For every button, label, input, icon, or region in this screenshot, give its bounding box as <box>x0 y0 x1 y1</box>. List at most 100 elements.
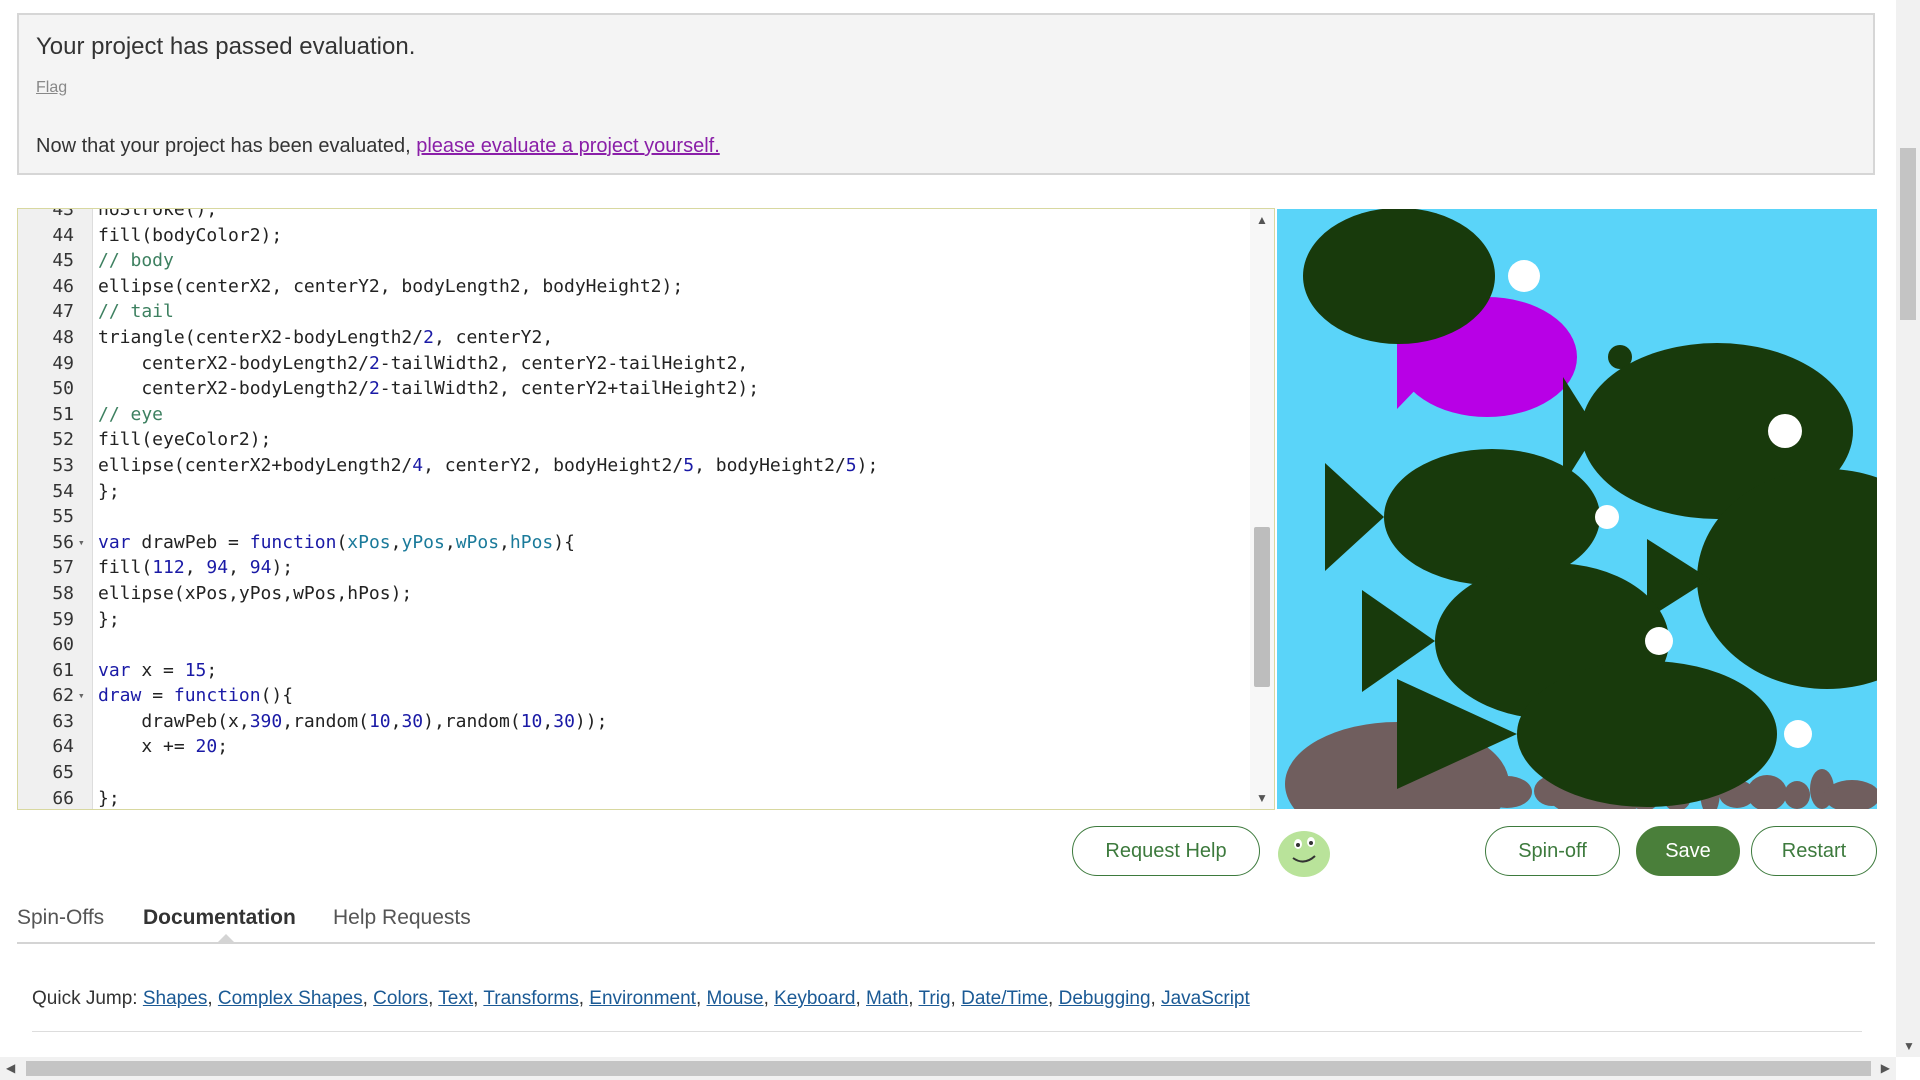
line-number: 60 <box>52 634 74 656</box>
editor-scroll-thumb[interactable] <box>1254 527 1270 687</box>
fold-toggle-icon[interactable]: ▾ <box>78 683 85 709</box>
code-line[interactable]: 44 fill(bodyColor2); <box>18 223 1248 249</box>
tab-help-requests[interactable]: Help Requests <box>333 906 471 930</box>
spin-off-button[interactable]: Spin-off <box>1485 826 1620 876</box>
code-text[interactable]: noStroke(); <box>98 209 217 223</box>
code-text[interactable]: drawPeb(x,390,random(10,30),random(10,30… <box>98 709 607 735</box>
code-line[interactable]: 47 // tail <box>18 299 1248 325</box>
fold-toggle-icon[interactable]: ▾ <box>78 530 85 556</box>
fish-eye <box>1508 260 1540 292</box>
code-text[interactable]: }; <box>98 607 120 633</box>
code-text[interactable]: centerX2-bodyLength2/2-tailWidth2, cente… <box>98 376 759 402</box>
quick-jump-link[interactable]: JavaScript <box>1161 988 1250 1009</box>
quick-jump-link[interactable]: Colors <box>373 988 428 1009</box>
line-number: 62 <box>52 685 74 707</box>
program-output-canvas[interactable] <box>1277 209 1877 809</box>
line-number: 64 <box>52 736 74 758</box>
code-text[interactable]: triangle(centerX2-bodyLength2/2, centerY… <box>98 325 553 351</box>
code-text[interactable]: centerX2-bodyLength2/2-tailWidth2, cente… <box>98 351 748 377</box>
output-drawing <box>1277 209 1877 809</box>
code-line[interactable]: 48 triangle(centerX2-bodyLength2/2, cente… <box>18 325 1248 351</box>
code-text[interactable]: }; <box>98 786 120 809</box>
quick-jump-link[interactable]: Text <box>438 988 473 1009</box>
code-text[interactable]: x += 20; <box>98 734 228 760</box>
code-line[interactable]: 54}; <box>18 479 1248 505</box>
quick-jump-link[interactable]: Keyboard <box>774 988 855 1009</box>
code-line[interactable]: 61 var x = 15; <box>18 658 1248 684</box>
code-text[interactable]: // body <box>98 248 174 274</box>
quick-jump-link[interactable]: Debugging <box>1059 988 1151 1009</box>
quick-jump-link[interactable]: Trig <box>919 988 951 1009</box>
line-number: 63 <box>52 710 74 732</box>
line-number: 43 <box>52 208 74 220</box>
code-text[interactable]: draw = function(){ <box>98 683 293 709</box>
quick-jump-link[interactable]: Transforms <box>483 988 578 1009</box>
code-line[interactable]: 52 fill(eyeColor2); <box>18 427 1248 453</box>
code-line[interactable]: 43 noStroke(); <box>18 208 1248 223</box>
page-horizontal-scrollbar[interactable]: ◀ ▶ <box>0 1057 1896 1080</box>
code-editor[interactable]: 43 noStroke(); 44 fill(bodyColor2); 45 // bod… <box>17 208 1275 810</box>
quick-jump-link[interactable]: Mouse <box>707 988 764 1009</box>
quick-jump-link[interactable]: Date/Time <box>961 988 1048 1009</box>
code-text[interactable]: ellipse(centerX2+bodyLength2/4, centerY2… <box>98 453 878 479</box>
code-line[interactable]: 57 fill(112, 94, 94); <box>18 555 1248 581</box>
scroll-right-icon[interactable]: ▶ <box>1881 1061 1890 1075</box>
code-line[interactable]: 66}; <box>18 786 1248 809</box>
code-text[interactable]: }; <box>98 479 120 505</box>
code-line[interactable]: 53 ellipse(centerX2+bodyLength2/4, center… <box>18 453 1248 479</box>
code-text[interactable]: ellipse(centerX2, centerY2, bodyLength2,… <box>98 274 683 300</box>
line-number: 49 <box>52 352 74 374</box>
code-text[interactable]: var drawPeb = function(xPos,yPos,wPos,hP… <box>98 530 575 556</box>
code-line[interactable]: 60 <box>18 632 1248 658</box>
line-number: 47 <box>52 301 74 323</box>
code-lines[interactable]: 43 noStroke(); 44 fill(bodyColor2); 45 // bod… <box>18 208 1248 809</box>
code-line[interactable]: 63 drawPeb(x,390,random(10,30),random(10… <box>18 709 1248 735</box>
code-line[interactable]: 51 // eye <box>18 402 1248 428</box>
code-line[interactable]: 50 centerX2-bodyLength2/2-tailWidth2, ce… <box>18 376 1248 402</box>
code-line[interactable]: 49 centerX2-bodyLength2/2-tailWidth2, ce… <box>18 351 1248 377</box>
page-horizontal-scroll-thumb[interactable] <box>26 1061 1871 1076</box>
line-number: 52 <box>52 429 74 451</box>
scroll-down-icon[interactable]: ▼ <box>1256 791 1268 805</box>
code-line[interactable]: 58 ellipse(xPos,yPos,wPos,hPos); <box>18 581 1248 607</box>
avatar-icon[interactable] <box>1276 826 1332 878</box>
line-number: 55 <box>52 506 74 528</box>
save-button[interactable]: Save <box>1636 826 1740 876</box>
editor-scrollbar[interactable]: ▲ ▼ <box>1250 209 1274 809</box>
code-text[interactable]: fill(112, 94, 94); <box>98 555 293 581</box>
code-line[interactable]: 59}; <box>18 607 1248 633</box>
restart-button[interactable]: Restart <box>1751 826 1877 876</box>
line-number: 54 <box>52 480 74 502</box>
scroll-left-icon[interactable]: ◀ <box>6 1061 15 1075</box>
evaluate-project-link[interactable]: please evaluate a project yourself. <box>416 135 720 157</box>
code-line[interactable]: 45 // body <box>18 248 1248 274</box>
code-line[interactable]: 55 <box>18 504 1248 530</box>
code-text[interactable]: // tail <box>98 299 174 325</box>
line-number: 50 <box>52 378 74 400</box>
tab-documentation[interactable]: Documentation <box>143 906 296 930</box>
code-text[interactable]: fill(eyeColor2); <box>98 427 271 453</box>
code-line[interactable]: 65 <box>18 760 1248 786</box>
code-text[interactable]: var x = 15; <box>98 658 217 684</box>
tab-spin-offs[interactable]: Spin-Offs <box>17 906 104 930</box>
code-text[interactable]: fill(bodyColor2); <box>98 223 282 249</box>
quick-jump-link[interactable]: Shapes <box>143 988 207 1009</box>
code-line[interactable]: 46 ellipse(centerX2, centerY2, bodyLength… <box>18 274 1248 300</box>
scroll-down-icon[interactable]: ▼ <box>1903 1039 1915 1053</box>
fish-eye <box>1784 720 1812 748</box>
line-number: 45 <box>52 250 74 272</box>
flag-link[interactable]: Flag <box>36 79 67 97</box>
code-text[interactable]: // eye <box>98 402 163 428</box>
page-vertical-scrollbar[interactable]: ▼ <box>1896 0 1920 1057</box>
code-line[interactable]: 56 ▾ var drawPeb = function(xPos,yPos,wPos… <box>18 530 1248 556</box>
scroll-up-icon[interactable]: ▲ <box>1256 213 1268 227</box>
line-number: 58 <box>52 582 74 604</box>
page-scroll-thumb[interactable] <box>1900 148 1916 320</box>
request-help-button[interactable]: Request Help <box>1072 826 1260 876</box>
quick-jump-link[interactable]: Complex Shapes <box>218 988 363 1009</box>
quick-jump-link[interactable]: Environment <box>589 988 696 1009</box>
code-text[interactable]: ellipse(xPos,yPos,wPos,hPos); <box>98 581 412 607</box>
quick-jump-link[interactable]: Math <box>866 988 908 1009</box>
code-line[interactable]: 62 ▾ draw = function(){ <box>18 683 1248 709</box>
code-line[interactable]: 64 x += 20; <box>18 734 1248 760</box>
